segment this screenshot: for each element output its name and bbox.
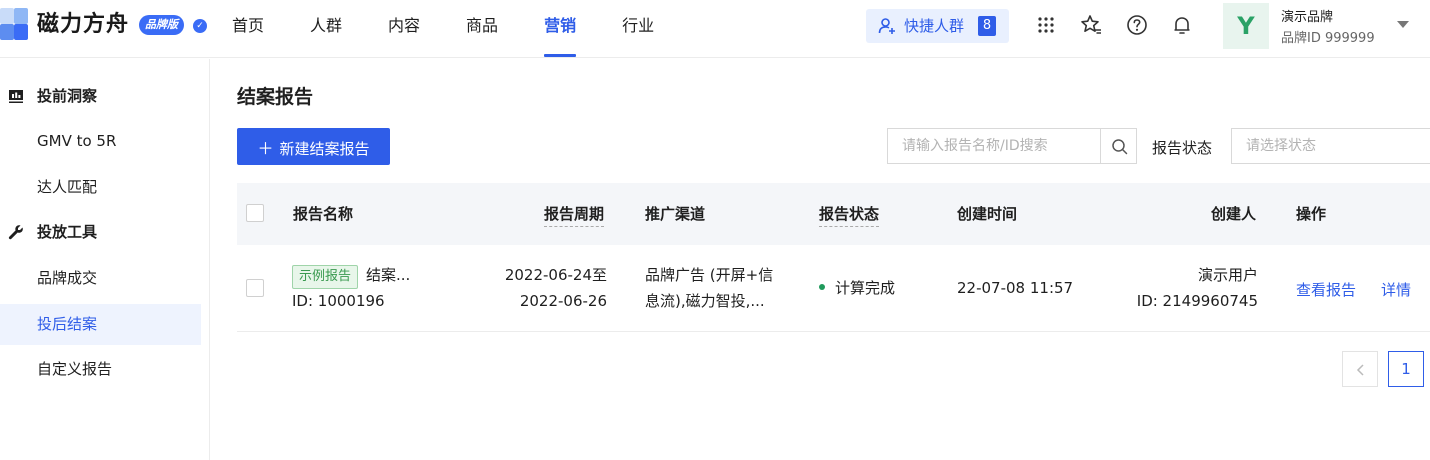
plus-icon: ＋ [257, 138, 274, 158]
edition-check-icon: ✓ [193, 19, 207, 33]
user-add-icon [878, 18, 895, 34]
chevron-left-icon [1356, 364, 1364, 376]
top-navbar: 磁力方舟 品牌版 ✓ 首页 人群 内容 商品 营销 行业 快捷人群 8 Y 演示… [0, 0, 1430, 58]
sidebar-group-label: 投放工具 [37, 223, 98, 241]
row-checkbox[interactable] [246, 279, 264, 297]
sidebar-group-pre-insight: 投前洞察 [0, 74, 210, 118]
channel-line-1: 品牌广告 (开屏+信 [645, 266, 774, 284]
avatar: Y [1223, 3, 1269, 49]
search-input[interactable] [887, 128, 1101, 164]
brand-logo-icon [0, 8, 30, 42]
example-tag: 示例报告 [292, 265, 359, 289]
column-header-period: 报告周期 [544, 183, 605, 245]
sidebar-item-gmv-to-5r[interactable]: GMV to 5R [0, 121, 201, 162]
sidebar-item-custom-report[interactable]: 自定义报告 [0, 349, 201, 390]
sidebar: 投前洞察 GMV to 5R 达人匹配 投放工具 品牌成交 投后结案 自定义报告 [0, 59, 210, 460]
sidebar-item-post-report[interactable]: 投后结案 [0, 304, 201, 345]
quick-crowd-count: 8 [978, 16, 996, 36]
view-report-link[interactable]: 查看报告 [1296, 279, 1356, 300]
report-id: ID: 1000196 [292, 292, 385, 310]
channel-line-2: 息流),磁力智投,... [645, 292, 765, 310]
details-link[interactable]: 详情 [1381, 279, 1411, 300]
edition-badge: 品牌版 [139, 15, 184, 35]
created-time: 22-07-08 11:57 [957, 279, 1074, 297]
nav-item-home[interactable]: 首页 [232, 0, 264, 58]
period-end: 2022-06-26 [519, 292, 607, 310]
sidebar-item-kol-match[interactable]: 达人匹配 [0, 167, 201, 208]
user-name: 演示品牌 [1281, 10, 1334, 25]
status-select[interactable]: 请选择状态 [1231, 128, 1430, 164]
sidebar-group-label: 投前洞察 [37, 87, 98, 105]
search-icon [1112, 139, 1128, 155]
main-nav: 首页 人群 内容 商品 营销 行业 [232, 0, 700, 58]
user-brand-id: 品牌ID 999999 [1281, 31, 1375, 46]
search-button[interactable] [1100, 128, 1137, 164]
creator-id: ID: 2149960745 [1136, 292, 1258, 310]
column-header-channel: 推广渠道 [645, 205, 706, 223]
brand-name: 磁力方舟 [37, 12, 130, 37]
nav-item-crowd[interactable]: 人群 [310, 0, 342, 58]
page-number-current[interactable]: 1 [1388, 351, 1424, 387]
page-title: 结案报告 [237, 86, 314, 108]
column-header-created: 创建时间 [957, 205, 1018, 223]
user-menu[interactable]: Y 演示品牌 品牌ID 999999 [1223, 0, 1430, 52]
status-text: 计算完成 [835, 279, 896, 297]
nav-item-industry[interactable]: 行业 [622, 0, 654, 58]
star-list-icon[interactable] [1079, 13, 1103, 37]
new-report-button[interactable]: ＋ 新建结案报告 [237, 128, 390, 165]
period-start: 2022-06-24至 [504, 266, 607, 284]
new-report-label: 新建结案报告 [279, 139, 370, 158]
report-name-cell: 示例报告 结案... [292, 263, 410, 289]
sidebar-group-delivery-tools: 投放工具 [0, 210, 210, 254]
bell-icon[interactable] [1170, 13, 1194, 37]
sidebar-item-brand-deal[interactable]: 品牌成交 [0, 258, 201, 299]
column-header-actions: 操作 [1296, 205, 1327, 223]
status-filter-label: 报告状态 [1152, 139, 1213, 157]
chevron-down-icon [1397, 21, 1409, 28]
select-all-checkbox[interactable] [246, 204, 264, 222]
nav-item-goods[interactable]: 商品 [466, 0, 498, 58]
table-row: 示例报告 结案... ID: 1000196 2022-06-24至 2022-0… [237, 245, 1430, 332]
wrench-icon [8, 225, 23, 240]
column-header-name: 报告名称 [293, 205, 354, 223]
table-header: 报告名称 报告周期 推广渠道 报告状态 创建时间 创建人 操作 [237, 183, 1430, 245]
quick-crowd-button[interactable]: 快捷人群 8 [866, 9, 1009, 43]
nav-item-content[interactable]: 内容 [388, 0, 420, 58]
creator-name: 演示用户 [1197, 266, 1258, 284]
help-icon[interactable] [1125, 13, 1149, 37]
column-header-status: 报告状态 [819, 183, 880, 245]
apps-grid-icon[interactable] [1034, 13, 1058, 37]
status-cell: 计算完成 [819, 276, 895, 301]
quick-crowd-label: 快捷人群 [904, 17, 965, 35]
prev-page-button[interactable] [1342, 351, 1378, 387]
column-header-creator: 创建人 [1211, 205, 1257, 223]
chart-board-icon [9, 90, 23, 103]
nav-item-marketing[interactable]: 营销 [544, 0, 577, 58]
status-dot-icon [819, 283, 825, 290]
report-name[interactable]: 结案... [366, 266, 410, 284]
